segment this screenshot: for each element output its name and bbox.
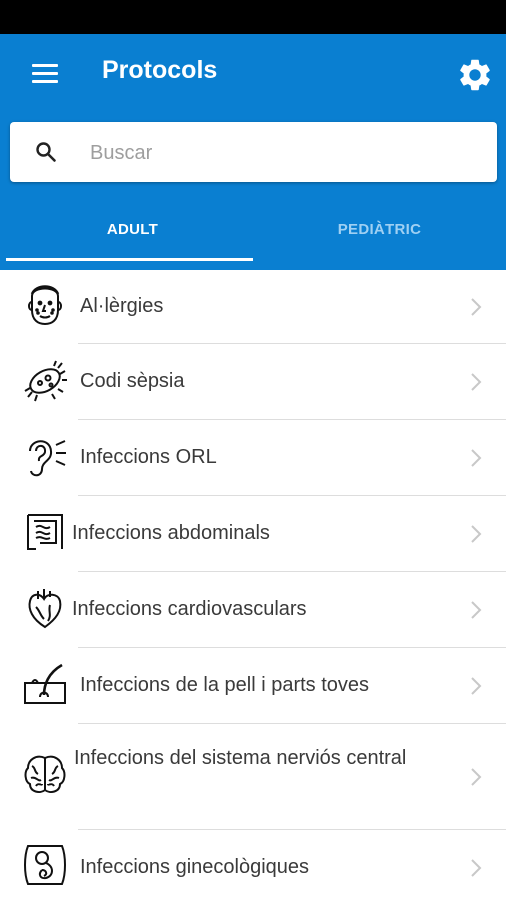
menu-button[interactable] bbox=[26, 60, 66, 88]
list-item-label: Infeccions cardiovasculars bbox=[72, 598, 307, 620]
intestine-icon bbox=[27, 514, 63, 550]
list-item-label: Infeccions del sistema nerviós central bbox=[74, 747, 407, 769]
brain-icon bbox=[24, 755, 66, 793]
ear-icon bbox=[29, 440, 66, 477]
list-item-skin-infections[interactable]: Infeccions de la pell i parts toves bbox=[0, 648, 506, 724]
list-item-orl-infections[interactable]: Infeccions ORL bbox=[0, 420, 506, 496]
list-item-label: Infeccions de la pell i parts toves bbox=[80, 674, 370, 696]
list-item-label: Infeccions ORL bbox=[80, 446, 217, 468]
list-item-cardiovascular-infections[interactable]: Infeccions cardiovasculars bbox=[0, 572, 506, 648]
protocol-list: Al·lèrgies Codi sèpsia Infeccions ORL In… bbox=[0, 270, 506, 906]
menu-icon-line bbox=[32, 80, 58, 83]
app-bar: Protocols ADULT PEDIÀTRIC bbox=[0, 34, 506, 270]
status-bar bbox=[0, 0, 506, 34]
list-item-label: Codi sèpsia bbox=[80, 370, 185, 392]
chevron-right-icon bbox=[471, 677, 482, 695]
search-bar bbox=[10, 122, 497, 182]
menu-icon-line bbox=[32, 72, 58, 75]
tab-pediatric[interactable]: PEDIÀTRIC bbox=[253, 209, 506, 259]
list-item-gynecological-infections[interactable]: Infeccions ginecològiques bbox=[0, 830, 506, 906]
chevron-right-icon bbox=[471, 298, 482, 316]
tab-indicator bbox=[6, 258, 253, 261]
list-item-label: Infeccions ginecològiques bbox=[80, 856, 310, 878]
list-item-allergies[interactable]: Al·lèrgies bbox=[0, 270, 506, 344]
chevron-right-icon bbox=[471, 449, 482, 467]
chevron-right-icon bbox=[471, 859, 482, 877]
search-icon bbox=[36, 142, 56, 162]
chevron-right-icon bbox=[471, 373, 482, 391]
list-item-label: Infeccions abdominals bbox=[72, 522, 270, 544]
skin-hair-icon bbox=[24, 663, 66, 704]
list-item-sepsis[interactable]: Codi sèpsia bbox=[0, 344, 506, 420]
list-item-cns-infections[interactable]: Infeccions del sistema nerviós central bbox=[0, 724, 506, 830]
search-input[interactable] bbox=[88, 136, 472, 170]
menu-icon bbox=[32, 64, 58, 67]
bacteria-icon bbox=[24, 360, 67, 402]
face-allergy-icon bbox=[28, 285, 62, 326]
fetus-icon bbox=[24, 845, 66, 885]
chevron-right-icon bbox=[471, 768, 482, 786]
list-item-label: Al·lèrgies bbox=[80, 295, 164, 317]
list-item-abdominal-infections[interactable]: Infeccions abdominals bbox=[0, 496, 506, 572]
tab-adult[interactable]: ADULT bbox=[6, 209, 259, 259]
page-title: Protocols bbox=[102, 56, 218, 84]
chevron-right-icon bbox=[471, 525, 482, 543]
heart-icon bbox=[28, 589, 62, 629]
chevron-right-icon bbox=[471, 601, 482, 619]
gear-icon[interactable] bbox=[456, 56, 494, 94]
